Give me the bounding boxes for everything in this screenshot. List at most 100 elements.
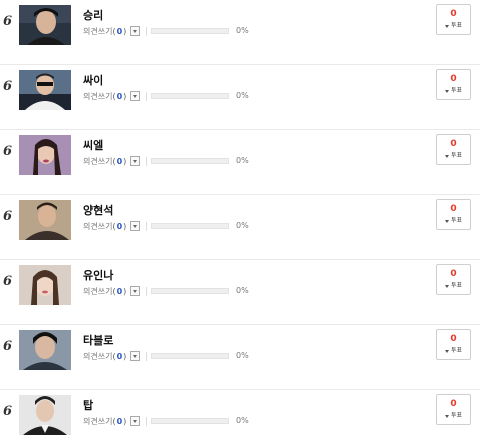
paren-close: ) xyxy=(123,221,127,231)
opinion-count: 0 xyxy=(116,286,123,296)
vote-label-wrap: 투표 xyxy=(437,152,470,160)
write-opinion-link[interactable]: 의견쓰기 xyxy=(83,156,112,167)
opinion-count: 0 xyxy=(116,156,123,166)
opinion-area: 의견쓰기 ( 0 ) xyxy=(83,350,152,362)
list-item: 6 양현석 의견쓰기 ( 0 ) 0% 0 투표 xyxy=(0,195,480,260)
rank-number: 6 xyxy=(3,79,13,94)
artist-name[interactable]: 승리 xyxy=(83,7,103,23)
chevron-down-icon[interactable] xyxy=(130,221,141,231)
vote-label-wrap: 투표 xyxy=(437,412,470,420)
profile-photo[interactable] xyxy=(19,5,71,45)
percent-text: 0% xyxy=(236,26,249,35)
opinion-count: 0 xyxy=(116,26,123,36)
profile-photo[interactable] xyxy=(19,70,71,110)
vote-label: 투표 xyxy=(450,87,463,94)
vote-count: 0 xyxy=(450,269,457,279)
divider xyxy=(146,416,148,426)
vote-button[interactable]: 0 투표 xyxy=(436,69,471,100)
percent-text: 0% xyxy=(236,351,249,360)
chevron-down-icon[interactable] xyxy=(130,416,141,426)
divider xyxy=(146,26,148,36)
opinion-count: 0 xyxy=(116,91,123,101)
chevron-down-icon xyxy=(444,349,449,353)
opinion-area: 의견쓰기 ( 0 ) xyxy=(83,155,152,167)
vote-button[interactable]: 0 투표 xyxy=(436,394,471,425)
vote-label-wrap: 투표 xyxy=(437,87,470,95)
vote-button[interactable]: 0 투표 xyxy=(436,329,471,360)
paren-open: ( xyxy=(112,156,116,166)
rank-number: 6 xyxy=(3,144,13,159)
artist-name[interactable]: 유인나 xyxy=(83,267,113,283)
paren-close: ) xyxy=(123,91,127,101)
divider xyxy=(146,156,148,166)
artist-name[interactable]: 타블로 xyxy=(83,332,113,348)
paren-open: ( xyxy=(112,221,116,231)
profile-photo[interactable] xyxy=(19,200,71,240)
progress-bar xyxy=(151,353,229,359)
opinion-area: 의견쓰기 ( 0 ) xyxy=(83,90,152,102)
divider xyxy=(146,91,148,101)
vote-label: 투표 xyxy=(450,412,463,419)
write-opinion-link[interactable]: 의견쓰기 xyxy=(83,91,112,102)
write-opinion-link[interactable]: 의견쓰기 xyxy=(83,221,112,232)
vote-label-wrap: 투표 xyxy=(437,282,470,290)
paren-open: ( xyxy=(112,416,116,426)
vote-label: 투표 xyxy=(450,347,463,354)
vote-count: 0 xyxy=(450,204,457,214)
list-item: 6 타블로 의견쓰기 ( 0 ) 0% 0 투표 xyxy=(0,325,480,390)
chevron-down-icon xyxy=(444,154,449,158)
divider xyxy=(146,221,148,231)
paren-close: ) xyxy=(123,26,127,36)
opinion-count: 0 xyxy=(116,351,123,361)
write-opinion-link[interactable]: 의견쓰기 xyxy=(83,26,112,37)
write-opinion-link[interactable]: 의견쓰기 xyxy=(83,351,112,362)
vote-count: 0 xyxy=(450,334,457,344)
vote-button[interactable]: 0 투표 xyxy=(436,199,471,230)
list-item: 6 씨엘 의견쓰기 ( 0 ) 0% 0 투표 xyxy=(0,130,480,195)
chevron-down-icon[interactable] xyxy=(130,26,141,36)
opinion-area: 의견쓰기 ( 0 ) xyxy=(83,220,152,232)
percent-text: 0% xyxy=(236,221,249,230)
progress-bar xyxy=(151,418,229,424)
vote-button[interactable]: 0 투표 xyxy=(436,4,471,35)
artist-name[interactable]: 싸이 xyxy=(83,72,103,88)
profile-photo[interactable] xyxy=(19,135,71,175)
list-item: 6 싸이 의견쓰기 ( 0 ) 0% 0 투표 xyxy=(0,65,480,130)
paren-close: ) xyxy=(123,156,127,166)
opinion-count: 0 xyxy=(116,221,123,231)
profile-photo[interactable] xyxy=(19,330,71,370)
artist-name[interactable]: 탑 xyxy=(83,397,93,413)
vote-label-wrap: 투표 xyxy=(437,22,470,30)
opinion-area: 의견쓰기 ( 0 ) xyxy=(83,415,152,427)
vote-count: 0 xyxy=(450,139,457,149)
vote-button[interactable]: 0 투표 xyxy=(436,264,471,295)
opinion-area: 의견쓰기 ( 0 ) xyxy=(83,25,152,37)
chevron-down-icon[interactable] xyxy=(130,351,141,361)
percent-text: 0% xyxy=(236,416,249,425)
paren-close: ) xyxy=(123,416,127,426)
profile-photo[interactable] xyxy=(19,395,71,435)
vote-button[interactable]: 0 투표 xyxy=(436,134,471,165)
vote-label: 투표 xyxy=(450,22,463,29)
chevron-down-icon xyxy=(444,219,449,223)
artist-name[interactable]: 양현석 xyxy=(83,202,113,218)
chevron-down-icon xyxy=(444,24,449,28)
chevron-down-icon[interactable] xyxy=(130,286,141,296)
profile-photo[interactable] xyxy=(19,265,71,305)
percent-text: 0% xyxy=(236,286,249,295)
vote-label: 투표 xyxy=(450,152,463,159)
divider xyxy=(146,351,148,361)
rank-number: 6 xyxy=(3,209,13,224)
opinion-area: 의견쓰기 ( 0 ) xyxy=(83,285,152,297)
write-opinion-link[interactable]: 의견쓰기 xyxy=(83,286,112,297)
chevron-down-icon[interactable] xyxy=(130,91,141,101)
vote-label-wrap: 투표 xyxy=(437,347,470,355)
rank-number: 6 xyxy=(3,339,13,354)
artist-name[interactable]: 씨엘 xyxy=(83,137,103,153)
opinion-count: 0 xyxy=(116,416,123,426)
paren-open: ( xyxy=(112,286,116,296)
write-opinion-link[interactable]: 의견쓰기 xyxy=(83,416,112,427)
chevron-down-icon xyxy=(444,414,449,418)
vote-label: 투표 xyxy=(450,282,463,289)
chevron-down-icon[interactable] xyxy=(130,156,141,166)
